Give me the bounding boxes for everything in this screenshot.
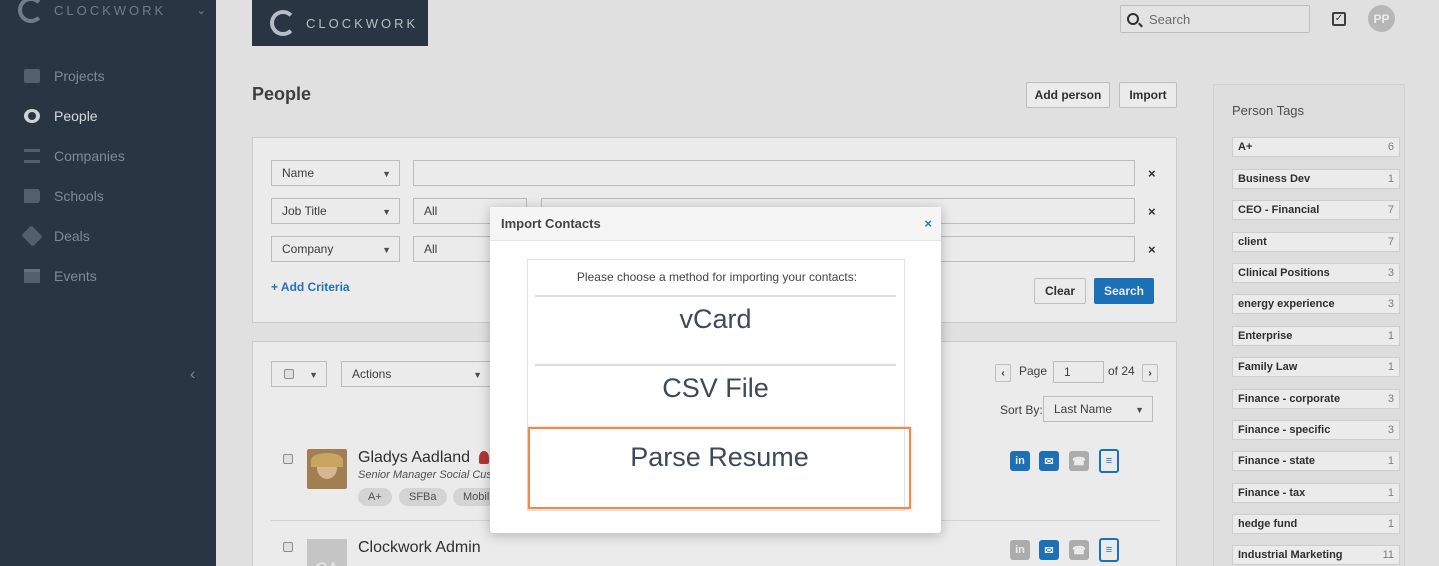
modal-header: Import Contacts × xyxy=(490,207,941,241)
parse-resume-option[interactable]: Parse Resume xyxy=(528,427,911,509)
import-csv-option[interactable]: CSV File xyxy=(535,364,896,432)
import-method-intro: Please choose a method for importing you… xyxy=(576,270,858,284)
import-vcard-option[interactable]: vCard xyxy=(535,295,896,363)
modal-title: Import Contacts xyxy=(501,216,601,231)
import-method-list: Please choose a method for importing you… xyxy=(527,259,911,511)
close-icon[interactable]: × xyxy=(924,216,932,231)
import-contacts-modal: Import Contacts × Please choose a method… xyxy=(490,207,941,533)
